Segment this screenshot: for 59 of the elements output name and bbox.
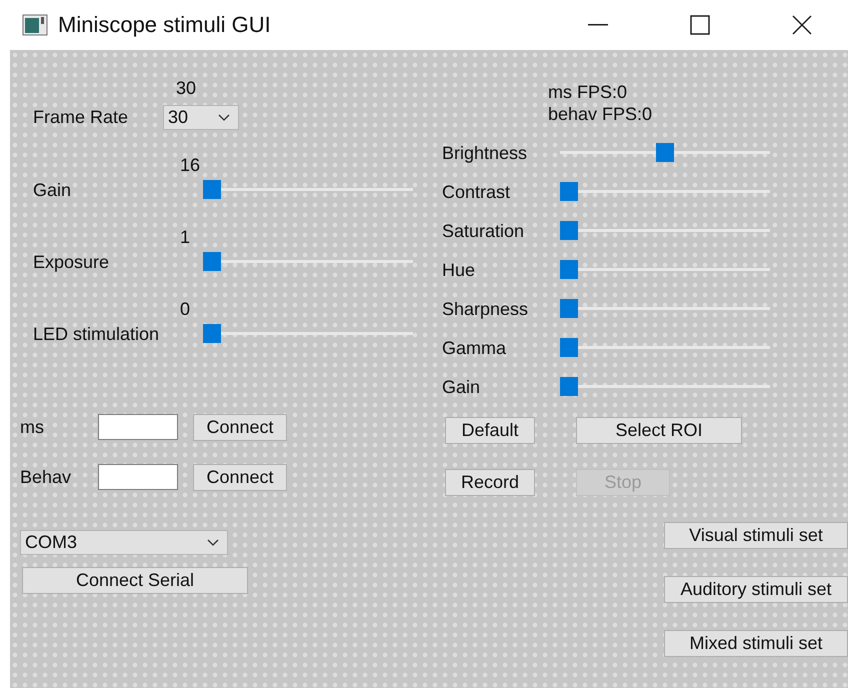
slider-thumb[interactable] [203,252,221,271]
input-field[interactable] [98,414,178,440]
slider-label: Exposure [33,252,110,272]
slider-reading: 16 [180,155,200,175]
slider[interactable] [560,142,770,164]
slider-thumb[interactable] [203,324,221,343]
slider-label: Gamma [442,338,506,358]
slider-label: LED stimulation [33,324,160,344]
app-icon [22,14,48,36]
slider-label: Sharpness [442,298,528,318]
slider[interactable] [203,179,413,201]
action-button[interactable]: Select ROI [576,417,742,444]
slider[interactable] [560,220,770,242]
slider-label: Hue [442,260,476,280]
minimize-icon [588,24,608,26]
fps-readout: ms FPS:0 [548,81,628,103]
frame-rate-label: Frame Rate [33,106,128,126]
connect-button[interactable]: Connect [193,414,287,440]
slider[interactable] [560,259,770,281]
frame-rate-dropdown[interactable]: 30 [163,104,239,130]
slider-thumb[interactable] [656,143,674,162]
slider-thumb[interactable] [203,180,221,199]
slider[interactable] [203,323,413,345]
slider-label: Contrast [442,182,510,202]
slider-thumb[interactable] [560,377,578,396]
slider-label: Gain [33,180,72,200]
port-dropdown[interactable]: COM3 [20,530,228,554]
chevron-icon [207,538,219,546]
slider-thumb[interactable] [560,221,578,240]
connect-serial-button[interactable]: Connect Serial [22,566,248,594]
stimuli-set-button[interactable]: Auditory stimuli set [664,576,848,603]
action-button[interactable]: Default [445,417,535,444]
slider-thumb[interactable] [560,260,578,279]
slider-thumb[interactable] [560,182,578,201]
connection-label: ms [20,416,44,436]
slider-label: Saturation [442,220,524,240]
input-field[interactable] [98,464,178,490]
close-icon [792,15,812,35]
slider-thumb[interactable] [560,338,578,357]
chevron-icon [218,114,230,120]
slider[interactable] [560,337,770,359]
slider[interactable] [560,376,770,398]
slider[interactable] [560,181,770,203]
slider-reading: 1 [180,227,190,247]
stimuli-set-button[interactable]: Visual stimuli set [664,522,848,549]
frame-rate-reading: 30 [176,78,196,98]
fps-readout: behav FPS:0 [548,103,652,125]
action-button[interactable]: Record [445,469,535,496]
connection-label: Behav [20,466,72,486]
window-title: Miniscope stimuli GUI [58,12,272,38]
slider[interactable] [203,251,413,273]
slider-label: Gain [442,376,480,396]
slider[interactable] [560,298,770,320]
slider-thumb[interactable] [560,299,578,318]
slider-reading: 0 [180,299,190,319]
stimuli-set-button[interactable]: Mixed stimuli set [664,630,848,657]
slider-label: Brightness [442,142,528,162]
maximize-icon [690,15,710,35]
connect-button[interactable]: Connect [193,464,287,490]
